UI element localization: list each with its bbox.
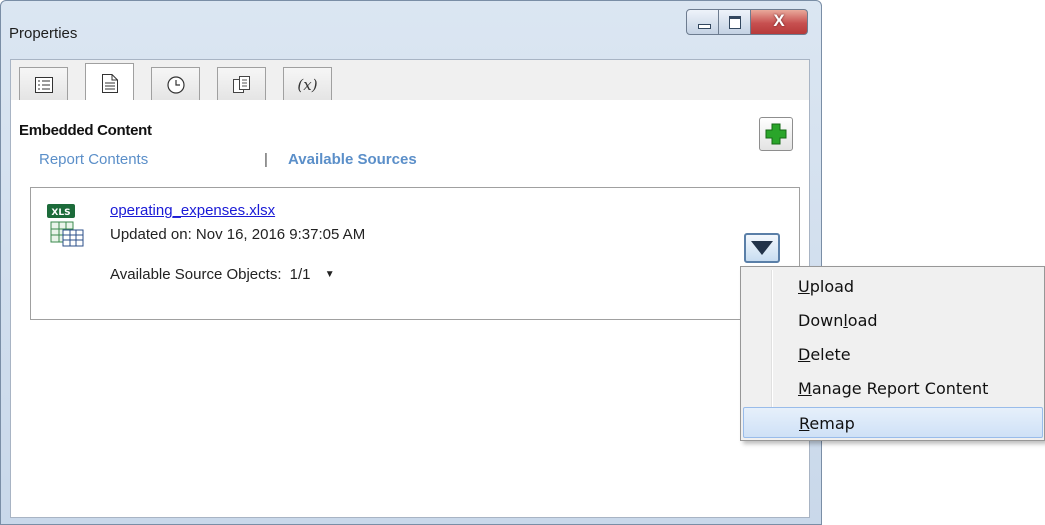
available-sources-link[interactable]: Available Sources [288, 151, 417, 168]
window-title: Properties [9, 25, 78, 42]
report-contents-link[interactable]: Report Contents [39, 151, 148, 168]
updated-timestamp: Updated on: Nov 16, 2016 9:37:05 AM [110, 226, 366, 243]
clock-icon [166, 75, 185, 94]
tab-copy[interactable] [217, 67, 266, 101]
maximize-icon [729, 16, 741, 29]
add-source-button[interactable] [759, 117, 793, 151]
window-controls: X [686, 9, 808, 35]
tab-strip: (x) [10, 59, 810, 102]
source-card: XLS operating_expenses.xlsx Updated on: … [30, 187, 800, 320]
plus-icon [765, 123, 787, 145]
maximize-button[interactable] [719, 9, 751, 35]
caret-down-icon[interactable]: ▼ [325, 269, 335, 280]
menu-item-upload[interactable]: Upload [743, 271, 1043, 302]
source-actions-dropdown-button[interactable] [744, 233, 780, 263]
file-badge-text: XLS [51, 208, 70, 218]
menu-item-delete[interactable]: Delete [743, 339, 1043, 370]
close-button[interactable]: X [751, 9, 808, 35]
properties-window: Properties X (x) Embedded Content Report… [0, 0, 822, 525]
menu-item-remap[interactable]: Remap [743, 407, 1043, 438]
excel-file-icon: XLS [47, 204, 84, 247]
list-icon [34, 76, 53, 93]
context-menu: Upload Download Delete Manage Report Con… [740, 266, 1045, 441]
minimize-button[interactable] [686, 9, 719, 35]
variable-icon: (x) [297, 75, 318, 94]
tab-history[interactable] [151, 67, 200, 101]
link-separator: | [264, 151, 268, 168]
chevron-down-icon [751, 241, 773, 255]
document-icon [101, 73, 118, 93]
tab-list[interactable] [19, 67, 68, 101]
menu-item-manage-report-content[interactable]: Manage Report Content [743, 373, 1043, 404]
tab-variables[interactable]: (x) [283, 67, 332, 101]
document-copy-icon [232, 75, 250, 93]
available-value[interactable]: 1/1 [290, 266, 311, 283]
minimize-icon [698, 24, 711, 29]
section-title: Embedded Content [19, 122, 152, 139]
tab-document[interactable] [85, 63, 134, 102]
close-icon: X [773, 11, 785, 30]
available-label: Available Source Objects: [110, 266, 282, 283]
file-name-link[interactable]: operating_expenses.xlsx [110, 202, 275, 219]
menu-item-download[interactable]: Download [743, 305, 1043, 336]
available-source-objects: Available Source Objects: 1/1 ▼ [110, 266, 335, 283]
